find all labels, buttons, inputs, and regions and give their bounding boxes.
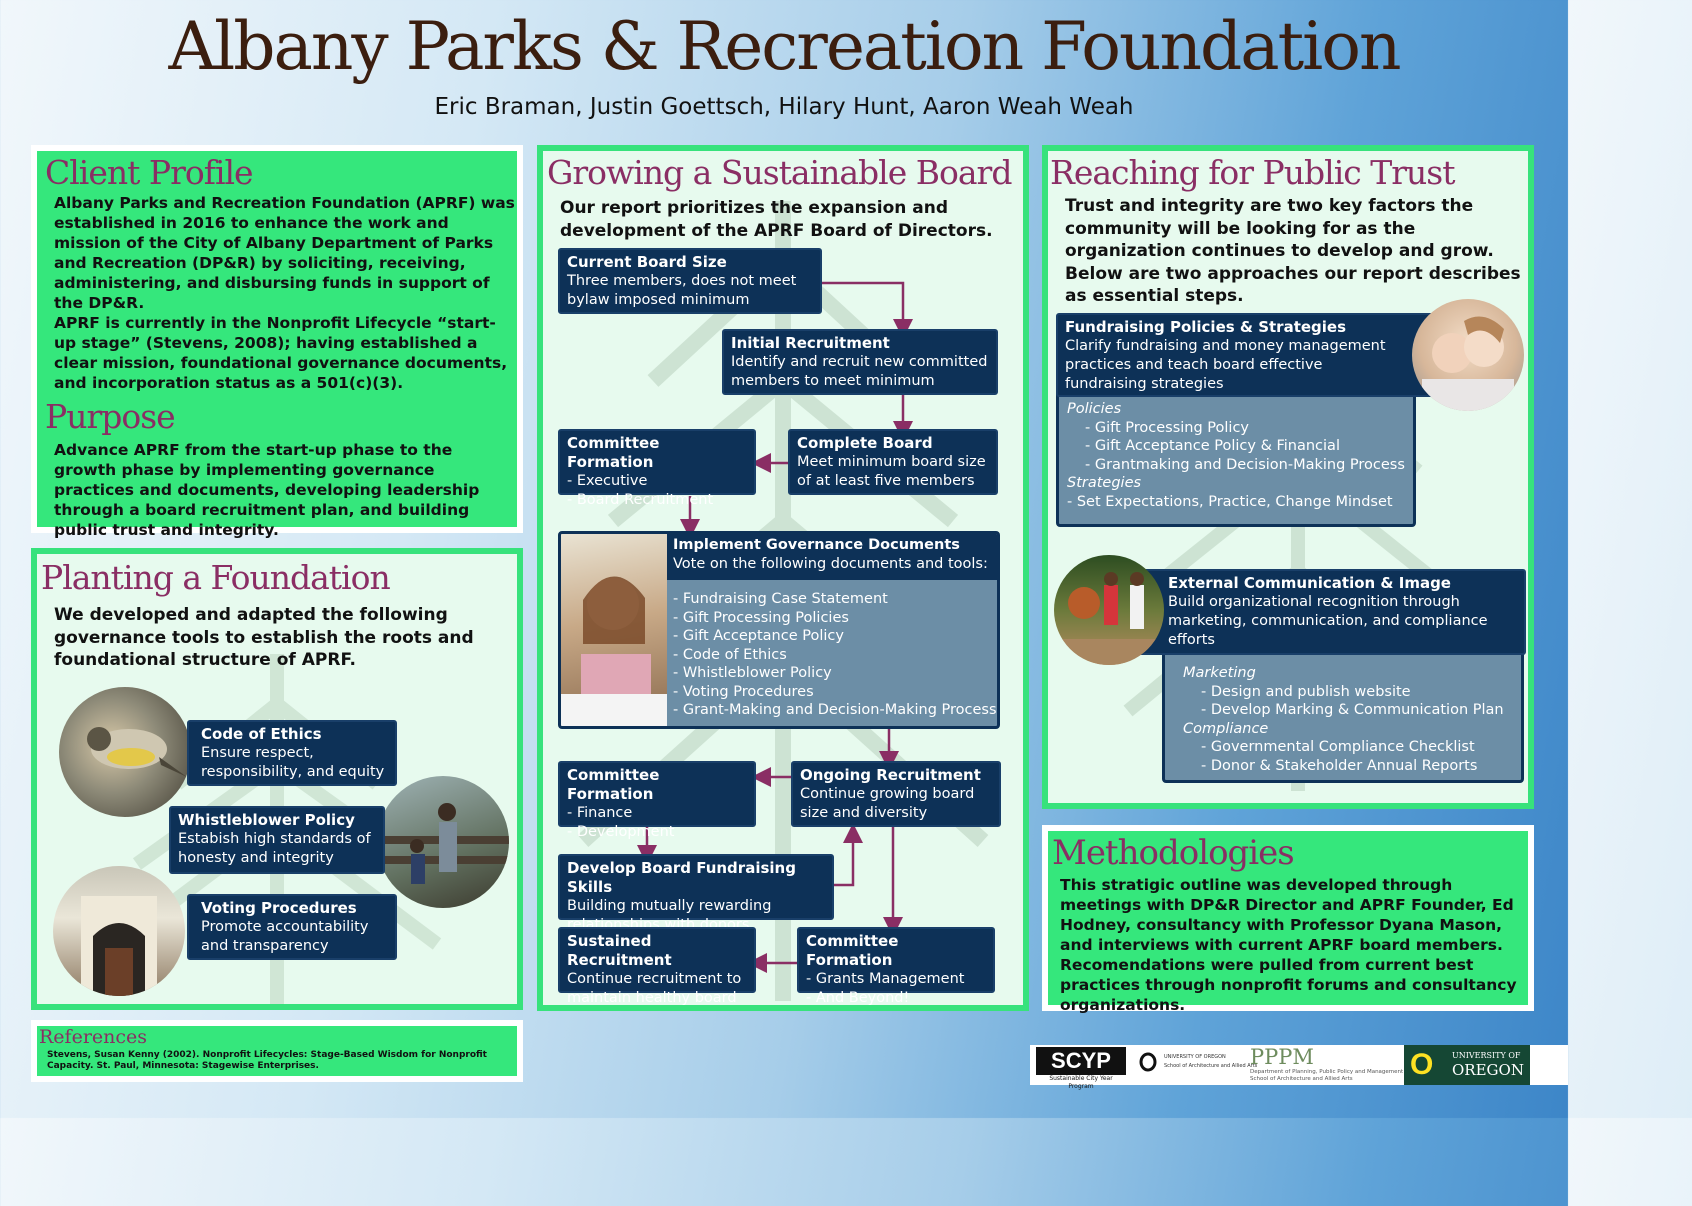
pppm-logo: PPPM Department of Planning, Public Poli… [1250, 1045, 1404, 1082]
purpose-heading: Purpose [45, 397, 176, 436]
code-of-ethics-box: Code of Ethics Ensure respect, responsib… [187, 720, 397, 786]
logo-bar: SCYP Sustainable City Year Program UNIVE… [1030, 1045, 1568, 1090]
committee-formation-grants-box: Committee Formation - Grants Management … [797, 927, 995, 1006]
planting-panel: Planting a Foundation We developed and a… [31, 548, 523, 1010]
scyp-logo: SCYP Sustainable City Year Program [1036, 1047, 1126, 1090]
complete-board-box: Complete Board Meet minimum board size o… [788, 429, 998, 495]
list-item: - Code of Ethics [673, 646, 787, 663]
whistleblower-policy-box: Whistleblower Policy Estabish high stand… [169, 806, 385, 874]
methodologies-text: This stratigic outline was developed thr… [1060, 876, 1517, 1014]
develop-fundraising-skills-box: Develop Board Fundraising Skills Buildin… [558, 854, 834, 933]
methodologies-heading: Methodologies [1052, 833, 1295, 873]
trust-intro: Trust and integrity are two key factors … [1065, 196, 1521, 306]
references-panel: References Stevens, Susan Kenny (2002). … [31, 1020, 523, 1082]
list-item: - Gift Processing Policies [673, 609, 849, 626]
fundraising-details: Policies - Gift Processing Policy - Gift… [1056, 387, 1416, 527]
poster-authors: Eric Braman, Justin Goettsch, Hilary Hun… [434, 94, 1134, 120]
governance-list: - Fundraising Case Statement - Gift Proc… [673, 590, 997, 720]
client-profile-paragraph-1: Albany Parks and Recreation Foundation (… [54, 194, 515, 312]
external-communication-details: Marketing - Design and publish website -… [1162, 651, 1524, 783]
client-profile-panel: Client Profile Albany Parks and Recreati… [31, 145, 523, 539]
bird-photo [59, 687, 191, 817]
initial-recruitment-box: Initial Recruitment Identify and recruit… [722, 329, 998, 395]
sustained-recruitment-box: Sustained Recruitment Continue recruitme… [558, 927, 756, 1006]
references-heading: References [39, 1026, 148, 1048]
list-item: - Grant-Making and Decision-Making Proce… [673, 702, 997, 718]
list-item: - Fundraising Case Statement [673, 591, 888, 607]
fundraising-policies-box: Fundraising Policies & Strategies Clarif… [1056, 313, 1446, 397]
planting-heading: Planting a Foundation [41, 558, 391, 597]
band-photo [1054, 555, 1164, 665]
building-icon [81, 896, 157, 996]
list-item: - Voting Procedures [673, 683, 814, 700]
client-profile-paragraph-2: APRF is currently in the Nonprofit Lifec… [54, 314, 508, 392]
children-hugging-photo [1412, 299, 1524, 411]
children-icon [1422, 316, 1514, 411]
band-icon [1054, 572, 1164, 665]
planting-intro: We developed and adapted the following g… [54, 605, 474, 670]
voting-procedures-box: Voting Procedures Promote accountability… [187, 894, 397, 960]
purpose-text: Advance APRF from the start-up phase to … [54, 441, 480, 539]
building-photo [53, 866, 185, 996]
list-item: - Whistleblower Policy [673, 665, 832, 681]
committee-formation-executive-box: Committee Formation - Executive - Board … [558, 429, 756, 508]
external-communication-box: External Communication & Image Build org… [1132, 569, 1526, 655]
university-of-oregon-logo: O UNIVERSITY OF OREGON [1404, 1045, 1530, 1085]
people-icon [377, 803, 509, 884]
methodologies-panel: Methodologies This stratigic outline was… [1042, 825, 1534, 1014]
references-text: Stevens, Susan Kenny (2002). Nonprofit L… [47, 1050, 487, 1071]
list-item: - Gift Acceptance Policy [673, 628, 844, 644]
board-panel: Growing a Sustainable Board Our report p… [537, 145, 1029, 1011]
uo-o-icon [1139, 1052, 1157, 1072]
ongoing-recruitment-box: Ongoing Recruitment Continue growing boa… [791, 761, 1001, 827]
committee-formation-finance-box: Committee Formation - Finance - Developm… [558, 761, 756, 840]
uo-school-logo: UNIVERSITY OF OREGON School of Architect… [1138, 1051, 1257, 1081]
trust-panel: Reaching for Public Trust Trust and inte… [1042, 145, 1534, 809]
girl-drawing-photo [561, 534, 667, 726]
child-fence-photo [377, 776, 509, 908]
child-icon [561, 576, 667, 726]
trust-heading: Reaching for Public Trust [1050, 153, 1455, 192]
current-board-size-box: Current Board Size Three members, does n… [558, 248, 822, 314]
governance-documents-group: Implement Governance Documents Vote on t… [558, 531, 1000, 729]
bird-icon [87, 727, 187, 777]
poster-title: Albany Parks & Recreation Foundation [168, 8, 1402, 85]
client-profile-heading: Client Profile [45, 153, 254, 192]
governance-header: Implement Governance Documents Vote on t… [667, 534, 997, 580]
